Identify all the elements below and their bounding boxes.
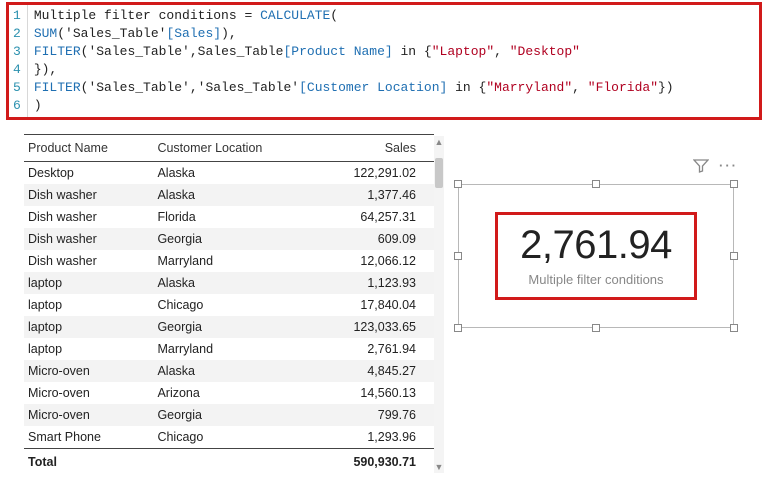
table-header-row: Product Name Customer Location Sales [24, 135, 434, 162]
cell-location: Alaska [153, 162, 317, 185]
table-row[interactable]: laptopChicago17,840.04 [24, 294, 434, 316]
cell-product: Dish washer [24, 250, 153, 272]
table-row[interactable]: Smart PhoneChicago1,293.96 [24, 426, 434, 449]
line-number: 2 [13, 25, 21, 43]
cell-product: Smart Phone [24, 426, 153, 449]
code-line[interactable]: SUM('Sales_Table'[Sales]), [34, 25, 753, 43]
table-row[interactable]: laptopGeorgia123,033.65 [24, 316, 434, 338]
cell-location: Alaska [153, 272, 317, 294]
code-line[interactable]: Multiple filter conditions = CALCULATE( [34, 7, 753, 25]
cell-product: Desktop [24, 162, 153, 185]
visual-header-controls: ··· [693, 158, 738, 177]
line-number: 6 [13, 97, 21, 115]
table-row[interactable]: Dish washerGeorgia609.09 [24, 228, 434, 250]
more-options-icon[interactable]: ··· [719, 158, 738, 177]
card-visual[interactable]: 2,761.94 Multiple filter conditions [458, 184, 734, 328]
scroll-up-icon[interactable]: ▲ [434, 136, 444, 148]
code-line[interactable]: FILTER('Sales_Table',Sales_Table[Product… [34, 43, 753, 61]
cell-sales: 609.09 [317, 228, 434, 250]
cell-location: Chicago [153, 426, 317, 449]
dax-formula-bar[interactable]: 123456 Multiple filter conditions = CALC… [6, 2, 762, 120]
table-total-row: Total 590,930.71 [24, 449, 434, 476]
card-highlight: 2,761.94 Multiple filter conditions [495, 212, 697, 300]
col-customer-location[interactable]: Customer Location [153, 135, 317, 162]
cell-location: Georgia [153, 228, 317, 250]
line-number: 1 [13, 7, 21, 25]
line-number-gutter: 123456 [9, 5, 28, 117]
cell-location: Marryland [153, 250, 317, 272]
total-label: Total [24, 449, 153, 476]
cell-sales: 12,066.12 [317, 250, 434, 272]
cell-sales: 17,840.04 [317, 294, 434, 316]
cell-sales: 1,377.46 [317, 184, 434, 206]
table-row[interactable]: DesktopAlaska122,291.02 [24, 162, 434, 185]
table-row[interactable]: Dish washerFlorida64,257.31 [24, 206, 434, 228]
cell-location: Arizona [153, 382, 317, 404]
code-line[interactable]: ) [34, 97, 753, 115]
col-sales[interactable]: Sales [317, 135, 434, 162]
cell-sales: 64,257.31 [317, 206, 434, 228]
total-value: 590,930.71 [317, 449, 434, 476]
cell-product: Dish washer [24, 206, 153, 228]
cell-product: Dish washer [24, 184, 153, 206]
cell-sales: 4,845.27 [317, 360, 434, 382]
filter-icon[interactable] [693, 158, 709, 177]
table-row[interactable]: Dish washerAlaska1,377.46 [24, 184, 434, 206]
table-row[interactable]: laptopMarryland2,761.94 [24, 338, 434, 360]
cell-location: Alaska [153, 184, 317, 206]
code-line[interactable]: FILTER('Sales_Table','Sales_Table'[Custo… [34, 79, 753, 97]
table-row[interactable]: Micro-ovenArizona14,560.13 [24, 382, 434, 404]
line-number: 5 [13, 79, 21, 97]
line-number: 4 [13, 61, 21, 79]
cell-location: Alaska [153, 360, 317, 382]
cell-location: Florida [153, 206, 317, 228]
scroll-thumb[interactable] [435, 158, 443, 188]
line-number: 3 [13, 43, 21, 61]
cell-product: Micro-oven [24, 382, 153, 404]
cell-location: Georgia [153, 316, 317, 338]
cell-sales: 1,293.96 [317, 426, 434, 449]
cell-sales: 1,123.93 [317, 272, 434, 294]
cell-location: Georgia [153, 404, 317, 426]
scroll-down-icon[interactable]: ▼ [434, 461, 444, 473]
table-visual[interactable]: Product Name Customer Location Sales Des… [24, 134, 434, 475]
cell-product: laptop [24, 294, 153, 316]
cell-product: laptop [24, 316, 153, 338]
cell-product: Dish washer [24, 228, 153, 250]
cell-product: laptop [24, 272, 153, 294]
cell-location: Chicago [153, 294, 317, 316]
table-row[interactable]: Micro-ovenAlaska4,845.27 [24, 360, 434, 382]
table-row[interactable]: Dish washerMarryland12,066.12 [24, 250, 434, 272]
cell-sales: 14,560.13 [317, 382, 434, 404]
code-line[interactable]: }), [34, 61, 753, 79]
cell-product: laptop [24, 338, 153, 360]
card-label: Multiple filter conditions [520, 272, 672, 287]
cell-product: Micro-oven [24, 404, 153, 426]
cell-sales: 122,291.02 [317, 162, 434, 185]
table-row[interactable]: Micro-ovenGeorgia799.76 [24, 404, 434, 426]
cell-location: Marryland [153, 338, 317, 360]
cell-sales: 799.76 [317, 404, 434, 426]
cell-sales: 2,761.94 [317, 338, 434, 360]
card-value: 2,761.94 [520, 223, 672, 268]
col-product-name[interactable]: Product Name [24, 135, 153, 162]
cell-sales: 123,033.65 [317, 316, 434, 338]
table-scrollbar[interactable]: ▲ ▼ [434, 136, 444, 473]
cell-product: Micro-oven [24, 360, 153, 382]
table-row[interactable]: laptopAlaska1,123.93 [24, 272, 434, 294]
dax-code[interactable]: Multiple filter conditions = CALCULATE(S… [28, 5, 759, 117]
